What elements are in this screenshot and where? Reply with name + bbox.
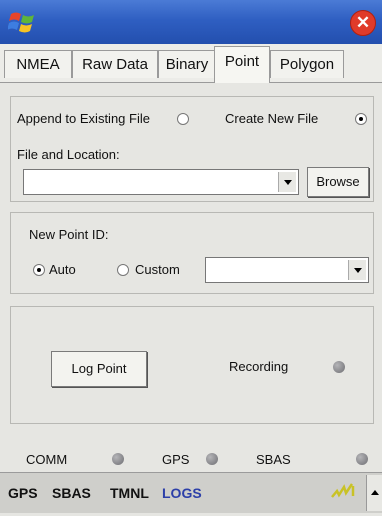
status-sbas[interactable]: SBAS bbox=[52, 485, 91, 501]
file-location-combo[interactable] bbox=[23, 169, 299, 195]
title-bar: ✕ bbox=[0, 0, 382, 44]
comm-label: COMM bbox=[26, 452, 68, 467]
log-point-button[interactable]: Log Point bbox=[51, 351, 147, 387]
tab-raw-data[interactable]: Raw Data bbox=[72, 50, 158, 78]
dropdown-arrow-icon[interactable] bbox=[348, 260, 366, 280]
append-label: Append to Existing File bbox=[17, 111, 150, 126]
create-label: Create New File bbox=[225, 111, 319, 126]
status-tmnl[interactable]: TMNL bbox=[110, 485, 149, 501]
tab-polygon[interactable]: Polygon bbox=[270, 50, 344, 78]
log-section: Log Point Recording bbox=[10, 306, 374, 424]
browse-button[interactable]: Browse bbox=[307, 167, 369, 197]
append-radio[interactable] bbox=[177, 113, 189, 125]
tab-binary[interactable]: Binary bbox=[158, 50, 216, 78]
tab-point[interactable]: Point bbox=[214, 46, 270, 83]
location-label: File and Location: bbox=[17, 147, 120, 162]
point-id-label: New Point ID: bbox=[29, 227, 109, 242]
status-gps[interactable]: GPS bbox=[8, 485, 38, 501]
recording-indicator-icon bbox=[333, 361, 345, 373]
recording-label: Recording bbox=[229, 359, 289, 374]
tab-strip: NMEA Raw Data Binary Point Polygon bbox=[0, 44, 382, 83]
tab-nmea[interactable]: NMEA bbox=[4, 50, 72, 78]
signal-icon bbox=[330, 481, 360, 506]
custom-label: Custom bbox=[135, 262, 180, 277]
close-button[interactable]: ✕ bbox=[350, 10, 376, 36]
windows-start-icon[interactable] bbox=[7, 8, 38, 36]
file-section: Append to Existing File Create New File … bbox=[10, 96, 374, 202]
dropdown-arrow-icon[interactable] bbox=[278, 172, 296, 192]
create-radio[interactable] bbox=[355, 113, 367, 125]
status-logs[interactable]: LOGS bbox=[162, 485, 202, 501]
status-bar: GPS SBAS TMNL LOGS bbox=[0, 472, 382, 513]
sbas-label: SBAS bbox=[256, 452, 291, 467]
custom-id-combo[interactable] bbox=[205, 257, 369, 283]
auto-radio[interactable] bbox=[33, 264, 45, 276]
custom-radio[interactable] bbox=[117, 264, 129, 276]
auto-label: Auto bbox=[49, 262, 76, 277]
gps-indicator-icon bbox=[206, 453, 218, 465]
gps-label: GPS bbox=[162, 452, 190, 467]
comm-indicator-icon bbox=[112, 453, 124, 465]
scroll-up-arrow-icon[interactable] bbox=[366, 475, 382, 511]
sbas-indicator-icon bbox=[356, 453, 368, 465]
point-id-section: New Point ID: Auto Custom bbox=[10, 212, 374, 294]
